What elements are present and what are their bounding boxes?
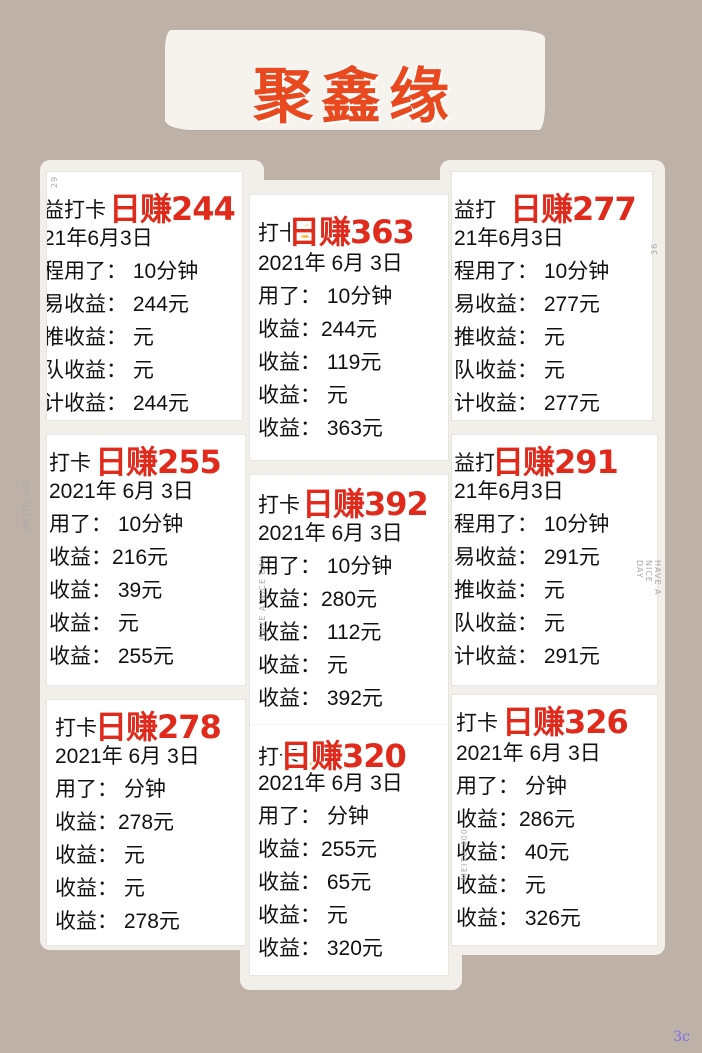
card-line: 收益： 119元 <box>258 351 382 374</box>
card-line: 队收益： 元 <box>454 359 565 382</box>
card-header-label: 打卡 <box>456 712 498 735</box>
card-line: 易收益： 291元 <box>454 546 600 569</box>
card-line: 收益： 255元 <box>49 645 174 668</box>
card-line: 收益： 40元 <box>456 841 570 864</box>
card-line: 收益： 320元 <box>258 937 383 960</box>
card-line: 推收益： 元 <box>454 579 565 602</box>
card-line: 用了： 10分钟 <box>258 555 393 578</box>
daily-earnings-stamp: 日赚244 <box>109 190 236 228</box>
daily-earnings-stamp: 日赚326 <box>502 703 629 741</box>
film-edge-text: HAVE A NICE DAY <box>258 555 267 640</box>
card-line: 程用了： 10分钟 <box>454 513 610 536</box>
earnings-card: 打卡 2021年 6月 3日 用了： 10分钟 收益：244元 收益： 119元 收益： … <box>250 195 448 460</box>
card-line: 队收益： 元 <box>454 612 565 635</box>
earnings-card: 益打 21年6月3日 程用了： 10分钟 易收益： 277元 推收益： 元队收益： 元计… <box>452 172 652 420</box>
card-line: 收益：244元 <box>258 318 378 341</box>
card-line: 程用了： 10分钟 <box>454 260 610 283</box>
card-line: 计收益： 244元 <box>47 392 189 415</box>
card-line: 收益：280元 <box>258 588 378 611</box>
card-line: 收益： 元 <box>49 612 139 635</box>
daily-earnings-stamp: 日赚277 <box>510 190 637 228</box>
card-line: 收益： 元 <box>456 874 546 897</box>
title-banner: 聚鑫缘 <box>165 30 545 132</box>
earnings-card: 打卡 2021年 6月 3日 用了： 分钟 收益：278元 收益： 元收益： 元收益： … <box>47 700 245 945</box>
card-line: 用了： 10分钟 <box>49 513 184 536</box>
card-line: 收益：286元 <box>456 808 576 831</box>
card-line: 收益： 元 <box>55 877 145 900</box>
card-line: 易收益： 244元 <box>47 293 189 316</box>
card-line: 计收益： 277元 <box>454 392 600 415</box>
page-title: 聚鑫缘 <box>253 62 457 132</box>
card-line: 收益：216元 <box>49 546 169 569</box>
film-edge-text: 29 <box>50 175 59 188</box>
earnings-card: 打卡 2021年 6月 3日 用了： 分钟 收益：286元 收益： 40元 收益： 元收益… <box>452 695 657 945</box>
card-header-label: 打卡 <box>258 494 300 517</box>
film-edge-text: 36 <box>650 242 659 255</box>
earnings-card: 益打卡 21年6月3日 程用了： 10分钟 易收益： 244元 推收益： 元队收益： 元… <box>47 172 242 420</box>
card-line: 用了： 10分钟 <box>258 285 393 308</box>
card-line: 收益：255元 <box>258 838 378 861</box>
card-line: 程用了： 10分钟 <box>47 260 199 283</box>
card-line: 收益： 元 <box>258 654 348 677</box>
earnings-card: 打卡 2021年 6月 3日 用了： 10分钟 收益：280元 收益： 112元 收益： … <box>250 475 448 725</box>
film-edge-text: MEITU 400 <box>22 478 31 530</box>
card-header-label: 益打卡 <box>47 199 106 222</box>
card-line: 推收益： 元 <box>47 326 154 349</box>
card-header-label: 打卡 <box>49 452 91 475</box>
film-edge-text: HAVE A NICE DAY <box>635 560 662 596</box>
daily-earnings-stamp: 日赚392 <box>302 485 429 523</box>
card-line: 收益： 392元 <box>258 687 383 710</box>
card-header-label: 益打 <box>454 199 496 222</box>
daily-earnings-stamp: 日赚291 <box>492 443 619 481</box>
card-line: 队收益： 元 <box>47 359 154 382</box>
card-line: 用了： 分钟 <box>456 775 567 798</box>
daily-earnings-stamp: 日赚363 <box>288 213 415 251</box>
card-line: 收益： 326元 <box>456 907 581 930</box>
card-header-label: 打卡 <box>55 717 97 740</box>
daily-earnings-stamp: 日赚255 <box>95 443 222 481</box>
daily-earnings-stamp: 日赚320 <box>280 737 407 775</box>
card-line: 收益： 65元 <box>258 871 372 894</box>
card-line: 收益：278元 <box>55 811 175 834</box>
card-line: 用了： 分钟 <box>55 778 166 801</box>
card-header-label: 益打 <box>454 452 496 475</box>
card-line: 收益： 363元 <box>258 417 383 440</box>
card-line: 收益： 39元 <box>49 579 163 602</box>
daily-earnings-stamp: 日赚278 <box>95 708 222 746</box>
card-line: 收益： 元 <box>55 844 145 867</box>
earnings-card: 益打 21年6月3日 程用了： 10分钟 易收益： 291元 推收益： 元队收益： 元计… <box>452 435 657 685</box>
card-line: 收益： 112元 <box>258 621 382 644</box>
card-line: 收益： 元 <box>258 384 348 407</box>
card-line: 易收益： 277元 <box>454 293 600 316</box>
card-line: 推收益： 元 <box>454 326 565 349</box>
card-line: 收益： 元 <box>258 904 348 927</box>
earnings-card: 打卡 2021年 6月 3日 用了： 分钟 收益：255元 收益： 65元 收益： 元收益… <box>250 725 448 975</box>
watermark: 3c <box>673 1029 690 1045</box>
earnings-card: 打卡 2021年 6月 3日 用了： 10分钟 收益：216元 收益： 39元 收益： 元… <box>47 435 245 685</box>
card-line: 收益： 278元 <box>55 910 180 933</box>
card-line: 用了： 分钟 <box>258 805 369 828</box>
film-edge-text: MEITU 400 <box>460 828 469 880</box>
card-line: 计收益： 291元 <box>454 645 600 668</box>
